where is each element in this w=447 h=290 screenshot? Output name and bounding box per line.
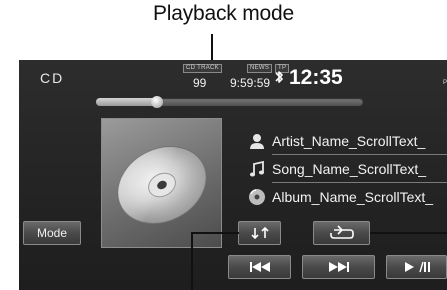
source-label: CD <box>40 70 65 86</box>
row-divider <box>272 182 447 183</box>
progress-fill <box>96 98 158 106</box>
callout-line <box>370 232 447 234</box>
artist-row: Artist_Name_ScrollText_ <box>248 130 447 155</box>
clock-ampm: PM <box>443 80 447 86</box>
music-note-icon <box>249 160 265 177</box>
next-button[interactable] <box>302 255 375 279</box>
album-row: Album_Name_ScrollText_ <box>248 186 447 210</box>
repeat-button[interactable] <box>313 221 370 245</box>
artist-name: Artist_Name_ScrollText_ <box>272 133 426 149</box>
bluetooth-icon <box>275 71 283 83</box>
random-button[interactable] <box>238 221 281 245</box>
progress-bar[interactable] <box>96 96 363 108</box>
mode-button[interactable]: Mode <box>23 221 81 245</box>
song-row: Song_Name_ScrollText_ <box>248 158 447 183</box>
artist-icon <box>250 134 264 149</box>
clock: 12:35 <box>289 66 343 89</box>
playback-mode-annotation: Playback mode <box>153 2 294 25</box>
play-pause-icon <box>404 261 430 273</box>
progress-thumb[interactable] <box>151 96 164 108</box>
elapsed-time: 9:59:59 <box>230 76 271 90</box>
next-icon <box>328 262 349 272</box>
callout-line <box>191 232 239 234</box>
track-indicator-badge: CD TRACK <box>183 64 222 73</box>
album-art <box>101 118 222 248</box>
song-name: Song_Name_ScrollText_ <box>272 161 427 177</box>
row-divider <box>272 154 447 155</box>
previous-icon <box>249 262 270 272</box>
disc-icon <box>117 146 207 224</box>
play-pause-button[interactable] <box>386 255 447 279</box>
track-number: 99 <box>193 76 207 90</box>
news-indicator-badge: NEWS <box>247 64 273 73</box>
callout-line <box>191 232 193 290</box>
car-audio-screen: CD CD TRACK 99 NEWS TP 9:59:59 12:35 PM <box>19 60 447 290</box>
random-icon <box>250 226 269 240</box>
repeat-icon <box>329 225 354 239</box>
album-name: Album_Name_ScrollText_ <box>272 189 434 205</box>
album-icon <box>249 189 265 205</box>
previous-button[interactable] <box>228 255 291 279</box>
